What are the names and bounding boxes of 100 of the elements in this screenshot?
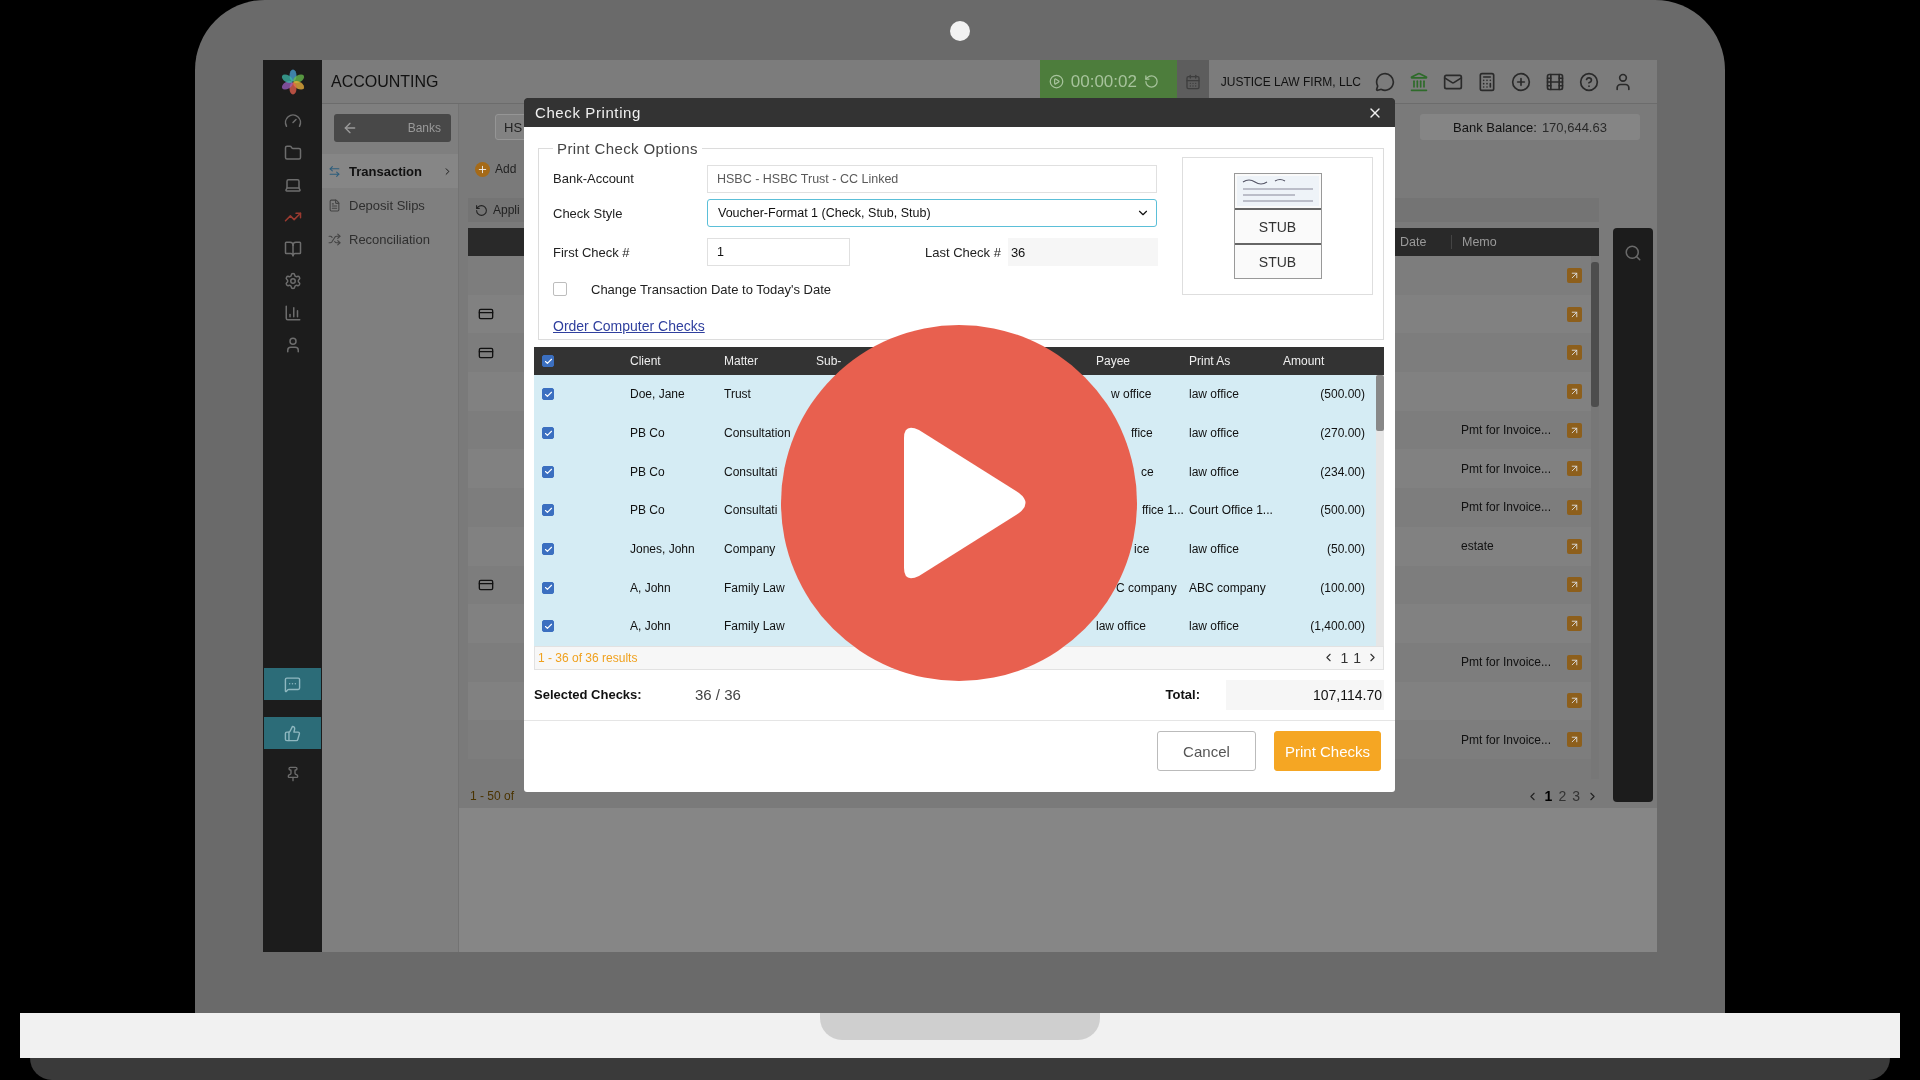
- add-link[interactable]: Add: [495, 162, 517, 176]
- table-cell-text: Court Office 1...: [1189, 503, 1274, 518]
- table-cell-text: ABC company: [1189, 580, 1267, 595]
- reset-icon[interactable]: [1143, 74, 1159, 89]
- column-header[interactable]: Sub-: [816, 354, 842, 368]
- memo-cell-text: Pmt for Invoice...: [1460, 500, 1553, 515]
- memo-cell-text: Pmt for Invoice...: [1460, 423, 1553, 438]
- edit-icon[interactable]: [1567, 616, 1582, 632]
- field-value: 36: [1007, 238, 1158, 266]
- table-row[interactable]: Doe, Jane Trust w office law office (500.00): [534, 375, 1376, 414]
- table-cell-text: (100.00): [1319, 580, 1365, 595]
- table-cell-text: w office: [1110, 387, 1153, 402]
- table-cell-text: Consultati: [724, 503, 779, 518]
- checkbox[interactable]: [542, 355, 554, 367]
- table-cell-text: law office: [1189, 619, 1240, 634]
- checkbox[interactable]: [553, 282, 567, 296]
- calendar-icon: [1184, 73, 1201, 90]
- add-icon[interactable]: [475, 161, 490, 177]
- column-header[interactable]: Payee: [1096, 354, 1131, 368]
- checkbox[interactable]: [542, 504, 554, 517]
- gears-icon[interactable]: [283, 272, 302, 290]
- results-count: 1 - 50 of: [469, 789, 515, 803]
- checkbox[interactable]: [542, 620, 554, 633]
- play-icon[interactable]: [1048, 74, 1064, 89]
- table-row[interactable]: A, John Family Law law office law office (1,400.00): [534, 607, 1376, 646]
- logo-icon: [279, 69, 306, 95]
- edit-icon[interactable]: [1567, 693, 1582, 709]
- field-label: Bank-Account: [553, 171, 635, 186]
- undo-icon[interactable]: [475, 203, 488, 217]
- nav-item[interactable]: Transaction: [322, 154, 458, 188]
- calculator-icon[interactable]: [1477, 71, 1497, 92]
- column-header[interactable]: Client: [630, 354, 661, 368]
- column-header[interactable]: Matter: [724, 354, 758, 368]
- memo-cell-text: Pmt for Invoice...: [1460, 461, 1553, 476]
- table-cell-text: law office: [1189, 387, 1240, 402]
- page-link[interactable]: 1: [1544, 788, 1553, 804]
- order-link[interactable]: Order Computer Checks: [553, 318, 705, 334]
- input-field[interactable]: HSBC - HSBC Trust - CC Linked: [707, 164, 1157, 193]
- table-cell-text: A, John: [630, 580, 672, 595]
- checkbox[interactable]: [542, 581, 554, 594]
- table-row[interactable]: A, John Family Law C company ABC company (100.00): [534, 568, 1376, 608]
- edit-icon[interactable]: [1567, 499, 1582, 515]
- checkbox[interactable]: [542, 427, 554, 440]
- like-button[interactable]: [264, 717, 321, 749]
- bar-chart-icon[interactable]: [283, 304, 302, 322]
- edit-icon[interactable]: [1567, 538, 1582, 554]
- search-icon[interactable]: [1624, 244, 1642, 262]
- firm-name: JUSTICE LAW FIRM, LLC: [1220, 74, 1361, 89]
- field-label: Last Check #: [925, 244, 1001, 260]
- table-row[interactable]: PB Co Consultati ce law office (234.00): [534, 452, 1376, 492]
- edit-icon[interactable]: [1567, 345, 1582, 361]
- column-header[interactable]: Print As: [1189, 354, 1231, 368]
- edit-icon[interactable]: [1567, 422, 1582, 438]
- edit-icon[interactable]: [1567, 267, 1582, 283]
- field-label: First Check #: [553, 244, 631, 260]
- selected-count: 36 / 36: [695, 686, 741, 704]
- group-title: Print Check Options: [556, 140, 699, 157]
- camera-dot: [950, 21, 970, 41]
- column-header[interactable]: Amount: [1283, 354, 1325, 368]
- table-cell-text: Jones, John: [630, 542, 696, 557]
- style-select[interactable]: Voucher-Format 1 (Check, Stub, Stub): [707, 199, 1157, 227]
- memo-cell-text: Pmt for Invoice...: [1460, 655, 1553, 670]
- app-title: ACCOUNTING: [331, 72, 439, 91]
- table-cell-text: law office: [1189, 426, 1240, 441]
- checkbox[interactable]: [542, 465, 554, 478]
- input-field[interactable]: 1: [707, 238, 850, 266]
- help-icon[interactable]: [1579, 71, 1599, 92]
- folder-icon[interactable]: [283, 144, 302, 162]
- table-cell-text: ffice: [1130, 426, 1154, 441]
- balance-value: 170,644.63: [1541, 119, 1607, 135]
- table-cell-text: (50.00): [1325, 542, 1365, 557]
- chat-button[interactable]: [264, 668, 321, 700]
- table-row[interactable]: Jones, John Company ice law office (50.00): [534, 529, 1376, 569]
- chat-icon[interactable]: [1375, 71, 1395, 92]
- table-row[interactable]: PB Co Consultation ffice law office (270.00): [534, 413, 1376, 453]
- checkbox[interactable]: [542, 543, 554, 556]
- chat-icon: [284, 675, 301, 693]
- checkbox[interactable]: [542, 388, 554, 401]
- laptop-icon[interactable]: [283, 176, 302, 194]
- table-cell-text: C company: [1115, 580, 1178, 595]
- apply-label[interactable]: Appli: [493, 203, 520, 217]
- edit-icon[interactable]: [1567, 306, 1582, 322]
- table-cell-text: Company: [724, 542, 777, 557]
- book-icon[interactable]: [283, 240, 302, 258]
- edit-icon[interactable]: [1567, 461, 1582, 477]
- table-row[interactable]: PB Co Consultati ffice 1... Court Office 1... (500.00): [534, 491, 1376, 530]
- column-header[interactable]: Memo: [1451, 235, 1563, 249]
- edit-icon[interactable]: [1567, 577, 1582, 593]
- scrollbar[interactable]: [1376, 375, 1384, 646]
- results-count: 1 - 36 of 36 results: [538, 650, 638, 665]
- table-cell-text: Doe, Jane: [630, 387, 686, 402]
- edit-icon[interactable]: [1567, 383, 1582, 399]
- edit-icon[interactable]: [1567, 732, 1582, 748]
- film-icon[interactable]: [1545, 71, 1565, 92]
- table-cell-text: ffice 1...: [1141, 503, 1185, 518]
- cancel-button[interactable]: Cancel: [1156, 731, 1256, 772]
- user-icon[interactable]: [1613, 71, 1633, 92]
- gauge-icon[interactable]: [283, 112, 302, 130]
- edit-icon[interactable]: [1567, 654, 1582, 670]
- add-icon[interactable]: [1511, 71, 1531, 92]
